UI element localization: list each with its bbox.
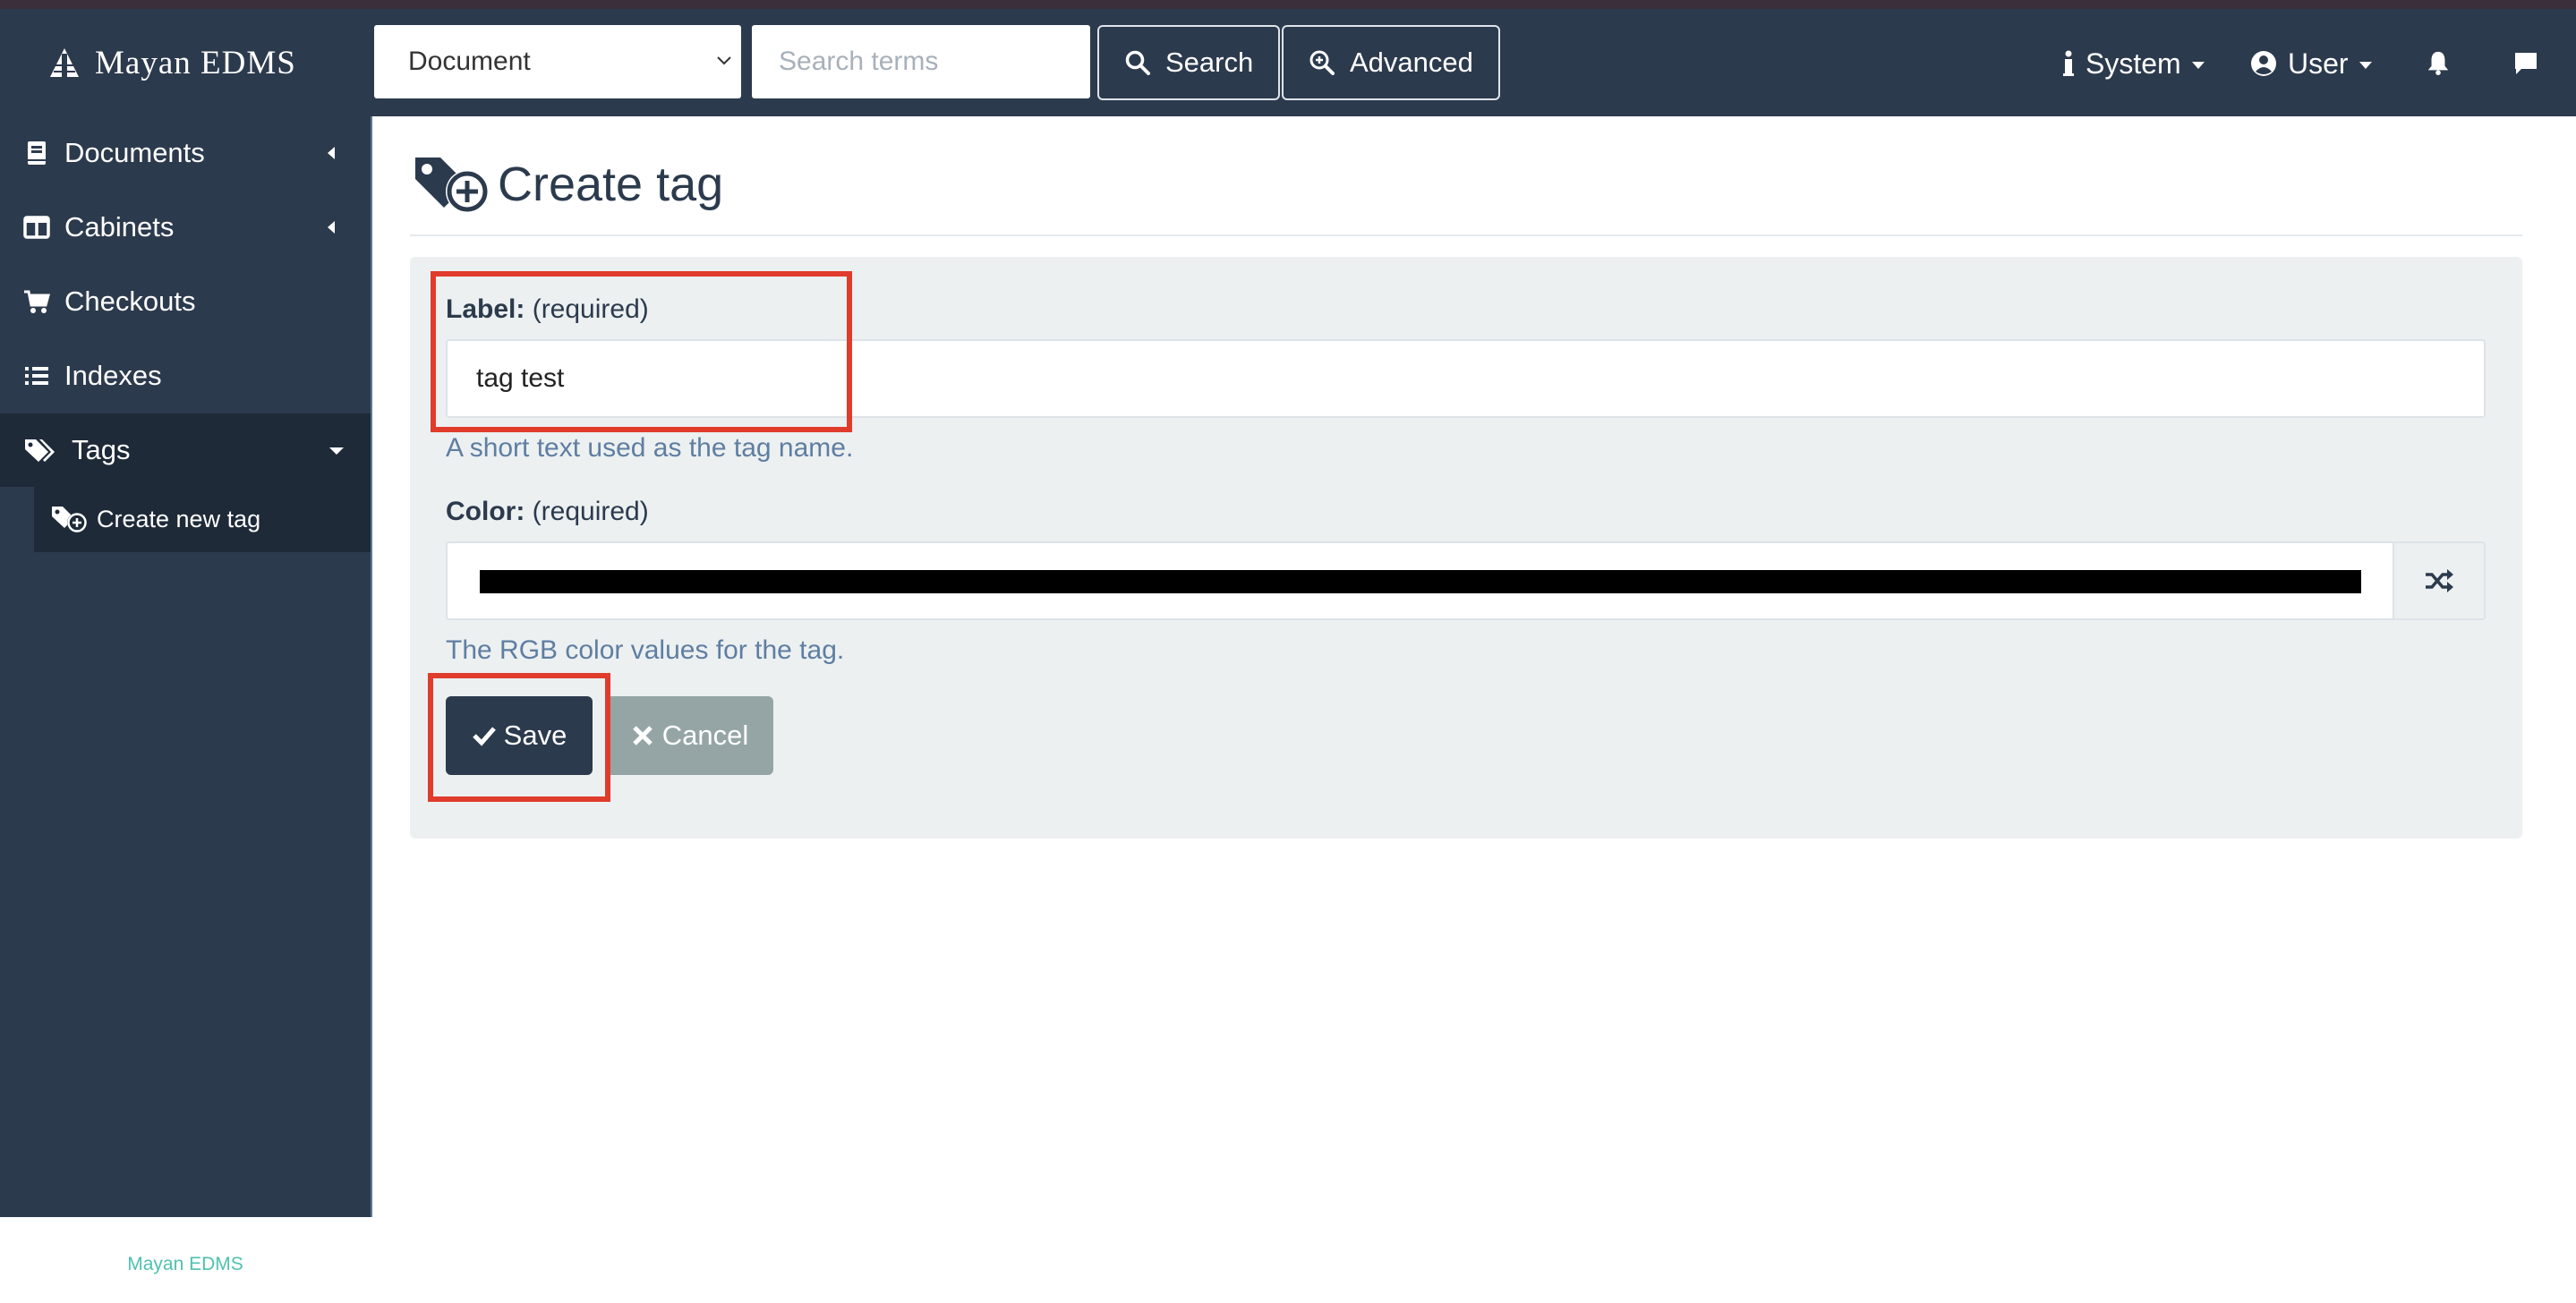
save-button-label: Save bbox=[503, 720, 567, 751]
cancel-button-label: Cancel bbox=[661, 720, 749, 751]
footer-app-name[interactable]: Mayan EDMS bbox=[0, 1254, 371, 1275]
caret-down-icon bbox=[2191, 62, 2205, 69]
sidebar-item-tags[interactable]: Tags bbox=[0, 413, 371, 487]
sidebar-item-documents[interactable]: Documents bbox=[0, 116, 371, 190]
message-icon[interactable] bbox=[2512, 50, 2539, 77]
search-type-select[interactable]: Document bbox=[374, 25, 741, 98]
caret-left-icon bbox=[328, 221, 335, 234]
sidebar-item-label: Tags bbox=[72, 434, 131, 465]
search-button-label: Search bbox=[1165, 47, 1254, 78]
random-icon bbox=[2426, 569, 2453, 592]
sidebar-item-label: Checkouts bbox=[64, 285, 196, 317]
divider bbox=[410, 234, 2522, 236]
cart-icon bbox=[24, 290, 50, 313]
label-field-label: Label: (required) bbox=[446, 294, 649, 325]
page-title: Create tag bbox=[412, 150, 723, 218]
cancel-button[interactable]: Cancel bbox=[605, 696, 773, 775]
label-field-name: Label: bbox=[446, 294, 525, 324]
close-icon bbox=[632, 726, 653, 745]
brand-name: Mayan EDMS bbox=[95, 44, 296, 81]
caret-down-icon bbox=[2358, 62, 2372, 69]
advanced-button-label: Advanced bbox=[1350, 47, 1473, 78]
search-plus-icon bbox=[1309, 50, 1335, 75]
label-input-value: tag test bbox=[476, 363, 565, 393]
color-field-label: Color: (required) bbox=[446, 497, 649, 527]
columns-icon bbox=[23, 216, 50, 239]
label-input[interactable]: tag test bbox=[446, 339, 2486, 418]
search-type-value: Document bbox=[408, 47, 531, 76]
caret-left-icon bbox=[328, 147, 335, 159]
save-button[interactable]: Save bbox=[446, 696, 593, 775]
color-help-text: The RGB color values for the tag. bbox=[446, 635, 845, 665]
user-menu-label: User bbox=[2288, 47, 2349, 80]
user-menu[interactable]: User bbox=[2250, 45, 2372, 82]
top-navbar: Mayan EDMS Document Search terms Search … bbox=[0, 9, 2576, 116]
tag-plus-icon bbox=[52, 507, 87, 532]
info-icon bbox=[2063, 50, 2074, 76]
sidebar-item-indexes[interactable]: Indexes bbox=[0, 339, 371, 413]
sidebar-item-label: Cabinets bbox=[64, 211, 175, 243]
sidebar-item-cabinets[interactable]: Cabinets bbox=[0, 191, 371, 264]
chevron-down-icon bbox=[717, 56, 731, 65]
list-icon bbox=[25, 367, 48, 385]
color-field-required: (required) bbox=[532, 497, 649, 526]
page-title-text: Create tag bbox=[498, 158, 724, 211]
label-field-required: (required) bbox=[532, 294, 649, 324]
book-icon bbox=[28, 141, 46, 165]
bell-icon[interactable] bbox=[2426, 49, 2451, 76]
sidebar-subitem-create-new-tag[interactable]: Create new tag bbox=[34, 486, 371, 552]
sidebar-item-label: Documents bbox=[64, 137, 205, 168]
search-icon bbox=[1125, 50, 1150, 75]
check-icon bbox=[472, 727, 496, 746]
brand-logo[interactable]: Mayan EDMS bbox=[47, 39, 296, 86]
system-menu-label: System bbox=[2086, 47, 2181, 80]
window-top-border bbox=[0, 0, 2576, 9]
label-help-text: A short text used as the tag name. bbox=[446, 433, 854, 463]
random-color-button[interactable] bbox=[2393, 543, 2484, 618]
sidebar-subitem-label: Create new tag bbox=[97, 505, 261, 532]
search-button[interactable]: Search bbox=[1097, 25, 1281, 100]
caret-down-icon bbox=[329, 447, 344, 455]
tag-plus-icon bbox=[415, 158, 489, 213]
tags-icon bbox=[25, 439, 55, 462]
color-field-name: Color: bbox=[446, 497, 525, 526]
color-swatch[interactable] bbox=[480, 570, 2361, 593]
advanced-search-button[interactable]: Advanced bbox=[1282, 25, 1500, 100]
user-circle-icon bbox=[2251, 51, 2276, 76]
sidebar-item-label: Indexes bbox=[64, 360, 162, 391]
sidebar: Documents Cabinets Checkouts Indexes Tag… bbox=[0, 116, 372, 1302]
sidebar-item-checkouts[interactable]: Checkouts bbox=[0, 265, 371, 338]
search-input[interactable]: Search terms bbox=[752, 25, 1090, 98]
footer-copyright: Copyright 2011 Roberto Rosario bbox=[51, 1282, 320, 1302]
pyramid-icon bbox=[50, 48, 79, 77]
search-placeholder: Search terms bbox=[779, 47, 939, 76]
color-input[interactable] bbox=[446, 541, 2486, 620]
system-menu[interactable]: System bbox=[2062, 45, 2205, 82]
